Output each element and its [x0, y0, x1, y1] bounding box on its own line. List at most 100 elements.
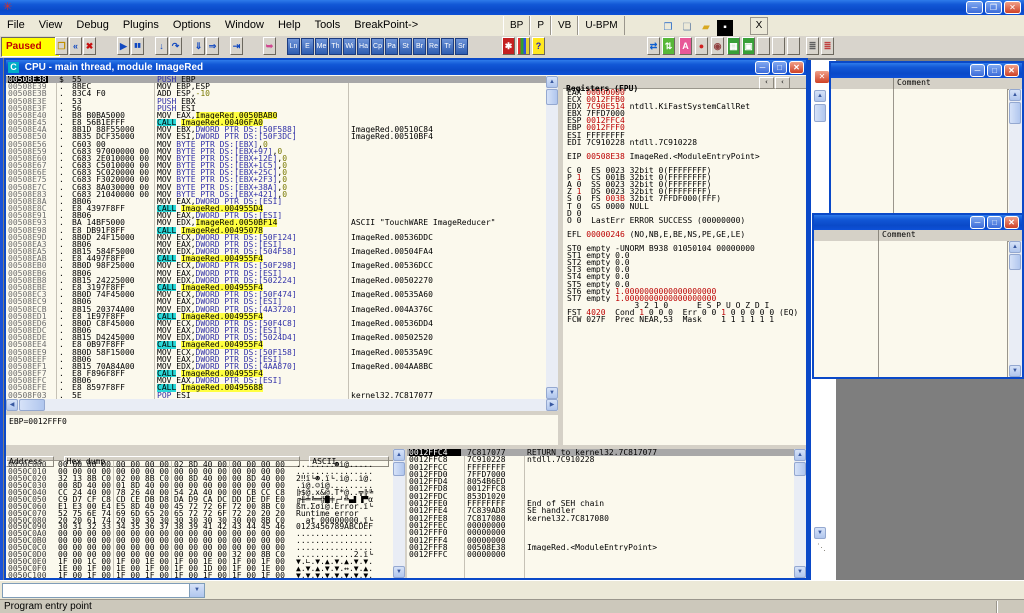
disasm-row[interactable]: 00508EBE.E8 3197F8FFCALL ImageRed.004955… — [6, 284, 546, 291]
dump-row[interactable]: 0050C0F01E 00 1F 001E 00 1F 001F 00 1D 0… — [6, 565, 393, 572]
stack-row[interactable]: 0012FFF400000000 — [407, 537, 794, 544]
toolbar-close-button[interactable]: X — [750, 17, 768, 35]
scroll-up-icon[interactable]: ▲ — [794, 449, 806, 461]
scroll-down-icon[interactable]: ▼ — [1009, 365, 1021, 377]
stack-pane[interactable]: 0012FFC47C817077RETURN to kernel32.7C817… — [407, 449, 794, 578]
chevron-down-icon[interactable]: ▼ — [189, 584, 204, 597]
disasm-row[interactable]: 00508E9D.8B0D 24F15000MOV ECX,DWORD PTR … — [6, 234, 546, 241]
disasm-row[interactable]: 00508E98.E8 DB91F8FFCALL ImageRed.004950… — [6, 227, 546, 234]
menu-plugin-button-u-bpm[interactable]: U-BPM — [578, 16, 624, 35]
menu-plugin-button-p[interactable]: P — [530, 16, 551, 35]
disasm-row[interactable]: 00508EB8.8B15 24225000MOV EDX,DWORD PTR … — [6, 277, 546, 284]
disasm-row[interactable]: 00508EDC.8B06MOV EAX,DWORD PTR DS:[ESI] — [6, 327, 546, 334]
disasm-row[interactable]: 00508E60.C683 2E010000 00MOV BYTE PTR DS… — [6, 155, 546, 162]
log-list-button[interactable]: ≣ — [806, 37, 819, 55]
record-button[interactable]: ● — [695, 37, 708, 55]
close-program-button[interactable]: ✖ — [83, 37, 96, 55]
disasm-row[interactable]: 00508E4A.8B1D 88F55000MOV EBX,DWORD PTR … — [6, 126, 546, 133]
window-button[interactable]: ▣ — [742, 37, 755, 55]
disasm-row[interactable]: 00508EB0.8B0D 98F25000MOV ECX,DWORD PTR … — [6, 262, 546, 269]
scrollbar-thumb[interactable] — [393, 462, 405, 476]
close-button[interactable]: ✕ — [1004, 1, 1021, 14]
maximize-button[interactable]: □ — [987, 216, 1002, 229]
disasm-row[interactable]: 00508E67.C683 C5010000 00MOV BYTE PTR DS… — [6, 162, 546, 169]
step-into-button[interactable]: ↓ — [155, 37, 168, 55]
dump-row[interactable]: 0050C050C9 D7 CF C8CD CE DB D8DA D9 CA D… — [6, 496, 393, 503]
disasm-row[interactable]: 00508EFE.E8 8597F8FFCALL ImageRed.004956… — [6, 384, 546, 391]
dump-row[interactable]: 0050C1001F 00 1F 001F 00 1F 001F 00 1F 0… — [6, 572, 393, 578]
menu-item-window[interactable]: Window — [218, 15, 271, 35]
disasm-row[interactable]: 00508EB6.8B06MOV EAX,DWORD PTR DS:[ESI] — [6, 270, 546, 277]
letter-button-me[interactable]: Me — [315, 38, 328, 55]
disabled-button[interactable] — [757, 37, 770, 55]
stack-row[interactable]: 0012FFC87C910228ntdll.7C910228 — [407, 456, 794, 463]
maximize-button[interactable]: □ — [772, 61, 787, 74]
resize-grip[interactable]: ⋱ — [817, 542, 826, 553]
disasm-row[interactable]: 00508E40.B8 B0BA5000MOV EAX,ImageRed.005… — [6, 112, 546, 119]
scroll-up-icon[interactable]: ▲ — [1009, 89, 1021, 101]
scroll-up-icon[interactable]: ▲ — [546, 76, 558, 88]
disasm-row[interactable]: 00508ED6.8B0D C8F45000MOV ECX,DWORD PTR … — [6, 320, 546, 327]
close-icon[interactable]: ✕ — [814, 70, 830, 84]
dump-row[interactable]: 0050C0A000 00 00 0000 00 00 0000 00 00 0… — [6, 530, 393, 537]
menu-item-options[interactable]: Options — [166, 15, 218, 35]
options-gear-button[interactable]: ✱ — [502, 37, 515, 55]
disasm-row[interactable]: 00508E3F.56PUSH ESI — [6, 105, 546, 112]
disasm-row[interactable]: 00508E3B.83C4 F0ADD ESP,-10 — [6, 90, 546, 97]
restart-button[interactable]: « — [69, 37, 82, 55]
stack-row[interactable]: 0012FFDC853D1020 — [407, 493, 794, 500]
stack-vertical-scrollbar[interactable]: ▲ ▼ — [794, 449, 806, 578]
menu-item-breakpoint[interactable]: BreakPoint-> — [347, 15, 425, 35]
assemble-button[interactable]: A — [679, 37, 692, 55]
dump-row[interactable]: 0050C040CC 24 40 0078 26 40 0054 2A 40 0… — [6, 489, 393, 496]
letter-button-pa[interactable]: Pa — [385, 38, 398, 55]
stack-row[interactable]: 0012FFE47C839AD8SE handler — [407, 507, 794, 514]
cpu-titlebar[interactable]: C CPU - main thread, module ImageRed ─ □… — [6, 60, 806, 75]
disasm-row[interactable]: 00508EE9.8B0D 58F15000MOV ECX,DWORD PTR … — [6, 349, 546, 356]
dump-row[interactable]: 0050C0D000 00 00 0000 00 00 0000 00 00 0… — [6, 551, 393, 558]
menu-item-tools[interactable]: Tools — [308, 15, 348, 35]
letter-button-br[interactable]: Br — [413, 38, 426, 55]
memory-dump-pane[interactable]: Address Hex dump ASCII 0050C00000 00 00 … — [6, 449, 393, 578]
swap-panes-button[interactable]: ⇄ — [647, 37, 660, 55]
window-titlebar[interactable]: ─ □ ✕ — [831, 63, 1022, 78]
stack-row[interactable]: 0012FFEC00000000 — [407, 522, 794, 529]
stack-row[interactable]: 0012FFCCFFFFFFFF — [407, 464, 794, 471]
disasm-row[interactable]: 00508EA5.8B15 584F5000MOV EDX,DWORD PTR … — [6, 248, 546, 255]
scroll-left-icon[interactable]: ◀ — [6, 399, 18, 411]
vertical-scrollbar[interactable]: ▲ ▼ — [1009, 241, 1022, 377]
disasm-row[interactable]: 00508F03.5EPOP ESIkernel32.7C817077 — [6, 392, 546, 399]
disabled-button[interactable] — [772, 37, 785, 55]
cpu-window[interactable]: C CPU - main thread, module ImageRed ─ □… — [4, 58, 808, 580]
disasm-row[interactable]: 00508E8A.8B06MOV EAX,DWORD PTR DS:[ESI] — [6, 198, 546, 205]
dump-row[interactable]: 0050C00000 00 00 0000 00 00 0002 8D 40 0… — [6, 461, 393, 468]
scrollbar-thumb[interactable] — [19, 399, 45, 411]
letter-button-ln[interactable]: Ln — [287, 38, 300, 55]
letter-button-cp[interactable]: Cp — [371, 38, 384, 55]
step-over-button[interactable]: ↷ — [169, 37, 182, 55]
disasm-row[interactable]: 00508E91.8B06MOV EAX,DWORD PTR DS:[ESI] — [6, 212, 546, 219]
disasm-row[interactable]: 00508E3E.53PUSH EBX — [6, 98, 546, 105]
disasm-row[interactable]: 00508EA3.8B06MOV EAX,DWORD PTR DS:[ESI] — [6, 241, 546, 248]
registers-next-icon[interactable]: ‹ — [775, 77, 790, 89]
scrollbar-thumb[interactable] — [1009, 254, 1021, 270]
menu-plugin-button-bp[interactable]: BP — [503, 16, 530, 35]
menu-item-debug[interactable]: Debug — [69, 15, 115, 35]
animate-over-button[interactable]: ⇒ — [206, 37, 219, 55]
disasm-row[interactable]: 00508EC3.8B0D 74F45000MOV ECX,DWORD PTR … — [6, 291, 546, 298]
letter-button-sr[interactable]: Sr — [455, 38, 468, 55]
restore-button[interactable]: ❐ — [985, 1, 1002, 14]
dump-row[interactable]: 0050C07052 75 6E 7469 6D 65 2065 72 72 6… — [6, 510, 393, 517]
document-icon[interactable]: ❏ — [679, 20, 695, 36]
command-input[interactable] — [4, 585, 194, 596]
disassembly-horizontal-scrollbar[interactable]: ◀ ▶ — [6, 399, 558, 411]
run-button[interactable]: ▶ — [117, 37, 130, 55]
disasm-row[interactable]: 00508E83.C683 21040000 00MOV BYTE PTR DS… — [6, 191, 546, 198]
registers-pane[interactable]: Registers (FPU) ‹ ‹ EAX 00000000ECX 0012… — [563, 76, 806, 445]
minimize-button[interactable]: ─ — [755, 61, 770, 74]
letter-button-re[interactable]: Re — [427, 38, 440, 55]
letter-button-wi[interactable]: Wi — [343, 38, 356, 55]
minimize-button[interactable]: ─ — [970, 64, 985, 77]
info-pane[interactable]: EBP=0012FFF0 — [6, 415, 558, 445]
scroll-down-icon[interactable]: ▼ — [393, 566, 405, 578]
